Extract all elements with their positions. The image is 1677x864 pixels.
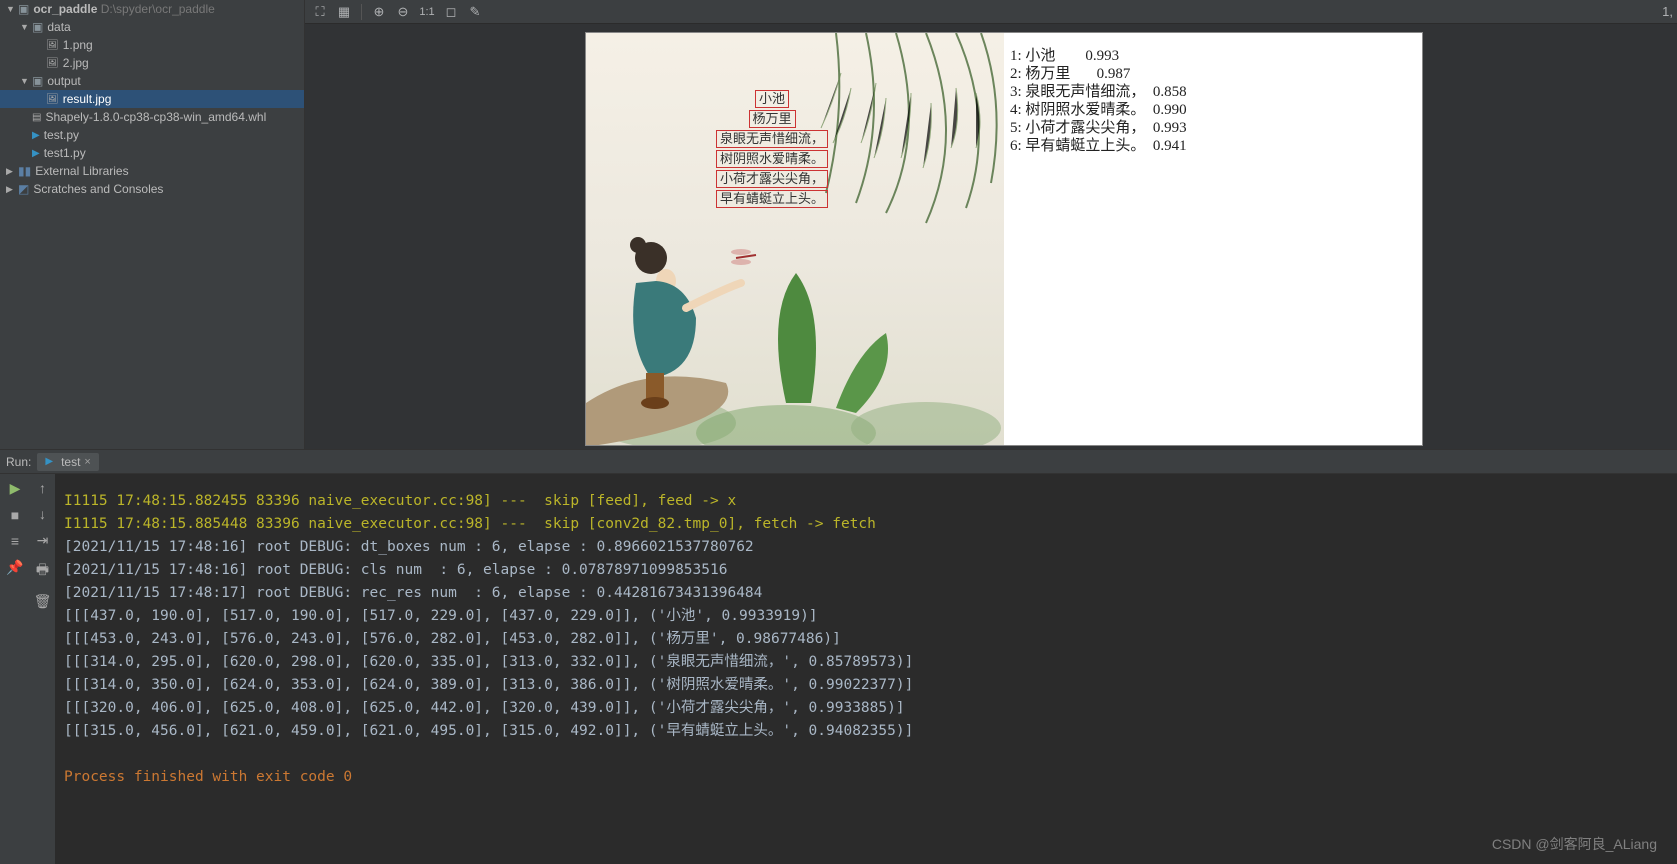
chevron-right-icon: ▶ — [6, 184, 16, 195]
close-icon[interactable]: × — [84, 456, 90, 468]
grid-icon[interactable]: ▦ — [333, 2, 355, 22]
tree-item-result-jpg[interactable]: 🖼 result.jpg — [0, 90, 304, 108]
illustration: 小池 杨万里 泉眼无声惜细流， 树阴照水爱晴柔。 小荷才露尖尖角， 早有蜻蜓立上… — [586, 33, 1004, 445]
console-line: [[[453.0, 243.0], [576.0, 243.0], [576.0… — [64, 628, 1669, 651]
poem-overlay: 小池 杨万里 泉眼无声惜细流， 树阴照水爱晴柔。 小荷才露尖尖角， 早有蜻蜓立上… — [716, 89, 828, 209]
rerun-icon[interactable]: ▶ — [10, 480, 21, 497]
watermark: CSDN @剑客阿良_ALiang — [1492, 834, 1657, 854]
poem-line: 小池 — [755, 90, 789, 108]
pin-icon[interactable]: 📌 — [6, 559, 23, 576]
console-line: [[[320.0, 406.0], [625.0, 408.0], [625.0… — [64, 697, 1669, 720]
console-line: I1115 17:48:15.882455 83396 naive_execut… — [64, 490, 1669, 513]
print-icon[interactable]: 🖶 — [36, 559, 49, 583]
run-gutter-left: ▶ ■ ≡ 📌 — [0, 474, 30, 864]
ocr-row: 5: 小荷才露尖尖角， 0.993 — [1010, 119, 1416, 137]
tree-item-label: result.jpg — [63, 92, 112, 106]
image-viewer: ⛶ ▦ ⊕ ⊖ 1:1 ◻ ✎ 1, — [305, 0, 1677, 449]
console-output[interactable]: I1115 17:48:15.882455 83396 naive_execut… — [56, 474, 1677, 864]
chevron-down-icon: ▼ — [20, 76, 30, 86]
console-line: [2021/11/15 17:48:16] root DEBUG: cls nu… — [64, 559, 1669, 582]
fit-window-icon[interactable]: ◻ — [440, 2, 462, 22]
root-name: ocr_paddle — [33, 2, 97, 16]
ocr-row: 6: 早有蜻蜓立上头。 0.941 — [1010, 137, 1416, 155]
chevron-down-icon: ▼ — [20, 22, 30, 32]
run-tab-name: test — [61, 455, 80, 469]
folder-icon: ▣ — [18, 2, 29, 16]
tree-item-1-png[interactable]: 🖼 1.png — [0, 36, 304, 54]
tree-item-data[interactable]: ▼▣ data — [0, 18, 304, 36]
layout-icon[interactable]: ≡ — [11, 533, 19, 549]
console-line: [[[315.0, 456.0], [621.0, 459.0], [621.0… — [64, 720, 1669, 743]
console-line: Process finished with exit code 0 — [64, 766, 1669, 789]
zoom-in-icon[interactable]: ⊕ — [368, 2, 390, 22]
external-libraries[interactable]: ▶ ▮▮ External Libraries — [0, 162, 304, 180]
root-path: D:\spyder\ocr_paddle — [101, 2, 215, 16]
image-icon: 🖼 — [46, 58, 59, 69]
tree-item-label: test.py — [44, 128, 79, 142]
tree-item-test-py[interactable]: ▶ test.py — [0, 126, 304, 144]
tree-item-2-jpg[interactable]: 🖼 2.jpg — [0, 54, 304, 72]
console-line: [2021/11/15 17:48:16] root DEBUG: dt_box… — [64, 536, 1669, 559]
console-line: [[[437.0, 190.0], [517.0, 190.0], [517.0… — [64, 605, 1669, 628]
status-right: 1, — [1662, 2, 1673, 22]
chevron-down-icon: ▼ — [6, 4, 16, 14]
console-line: [[[314.0, 350.0], [624.0, 353.0], [624.0… — [64, 674, 1669, 697]
poem-line: 小荷才露尖尖角， — [716, 170, 828, 188]
console-line: [2021/11/15 17:48:17] root DEBUG: rec_re… — [64, 582, 1669, 605]
image-icon: 🖼 — [46, 40, 59, 51]
image-toolbar: ⛶ ▦ ⊕ ⊖ 1:1 ◻ ✎ 1, — [305, 0, 1677, 24]
down-icon[interactable]: ↓ — [39, 506, 46, 522]
poem-line: 树阴照水爱晴柔。 — [716, 150, 828, 168]
zoom-ratio[interactable]: 1:1 — [416, 2, 438, 22]
poem-line: 早有蜻蜓立上头。 — [716, 190, 828, 208]
scratch-icon: ◩ — [18, 182, 29, 196]
tree-item-test1-py[interactable]: ▶ test1.py — [0, 144, 304, 162]
tree-item-output[interactable]: ▼▣ output — [0, 72, 304, 90]
folder-icon: ▣ — [32, 74, 43, 88]
tree-item-label: output — [47, 74, 80, 88]
up-icon[interactable]: ↑ — [39, 480, 46, 496]
image-icon: 🖼 — [46, 94, 59, 105]
tree-item-label: Shapely-1.8.0-cp38-cp38-win_amd64.whl — [45, 110, 266, 124]
scratches-consoles[interactable]: ▶ ◩ Scratches and Consoles — [0, 180, 304, 198]
run-label: Run: — [6, 455, 31, 469]
tree-item-label: 2.jpg — [63, 56, 89, 70]
poem-line: 杨万里 — [749, 110, 796, 128]
tree-item-label: test1.py — [44, 146, 86, 160]
ocr-results: 1: 小池 0.9932: 杨万里 0.9873: 泉眼无声惜细流， 0.858… — [1004, 33, 1422, 445]
stop-icon[interactable]: ■ — [11, 507, 19, 523]
fit-icon[interactable]: ⛶ — [309, 2, 331, 22]
run-gutter-right: ↑ ↓ ⇥ 🖶 🗑 — [30, 474, 56, 864]
chevron-right-icon: ▶ — [6, 166, 16, 177]
folder-icon: ▣ — [32, 20, 43, 34]
ocr-row: 3: 泉眼无声惜细流， 0.858 — [1010, 83, 1416, 101]
wrap-icon[interactable]: ⇥ — [37, 532, 49, 549]
tree-item-shapely-1-8-0-cp38-cp38-win-amd64-whl[interactable]: ▤ Shapely-1.8.0-cp38-cp38-win_amd64.whl — [0, 108, 304, 126]
python-icon: ▶ — [32, 148, 40, 159]
python-icon: ▶ — [32, 130, 40, 141]
console-line: I1115 17:48:15.885448 83396 naive_execut… — [64, 513, 1669, 536]
python-icon: ▶ — [45, 456, 53, 467]
ocr-row: 2: 杨万里 0.987 — [1010, 65, 1416, 83]
console-line: [[[314.0, 295.0], [620.0, 298.0], [620.0… — [64, 651, 1669, 674]
library-icon: ▮▮ — [18, 164, 31, 178]
ocr-row: 1: 小池 0.993 — [1010, 47, 1416, 65]
project-root[interactable]: ▼ ▣ ocr_paddle D:\spyder\ocr_paddle — [0, 0, 304, 18]
eyedropper-icon[interactable]: ✎ — [464, 2, 486, 22]
console-line — [64, 743, 1669, 766]
project-tree[interactable]: ▼ ▣ ocr_paddle D:\spyder\ocr_paddle ▼▣da… — [0, 0, 305, 449]
run-tab[interactable]: ▶ test × — [37, 453, 98, 471]
zoom-out-icon[interactable]: ⊖ — [392, 2, 414, 22]
poem-line: 泉眼无声惜细流， — [716, 130, 828, 148]
file-icon: ▤ — [32, 112, 41, 123]
tree-item-label: 1.png — [63, 38, 93, 52]
tree-item-label: data — [47, 20, 70, 34]
result-image: 小池 杨万里 泉眼无声惜细流， 树阴照水爱晴柔。 小荷才露尖尖角， 早有蜻蜓立上… — [585, 32, 1423, 446]
run-panel: Run: ▶ test × ▶ ■ ≡ 📌 ↑ ↓ ⇥ 🖶 🗑 I1115 17… — [0, 450, 1677, 864]
ocr-row: 4: 树阴照水爱晴柔。 0.990 — [1010, 101, 1416, 119]
delete-icon[interactable]: 🗑 — [34, 593, 52, 610]
